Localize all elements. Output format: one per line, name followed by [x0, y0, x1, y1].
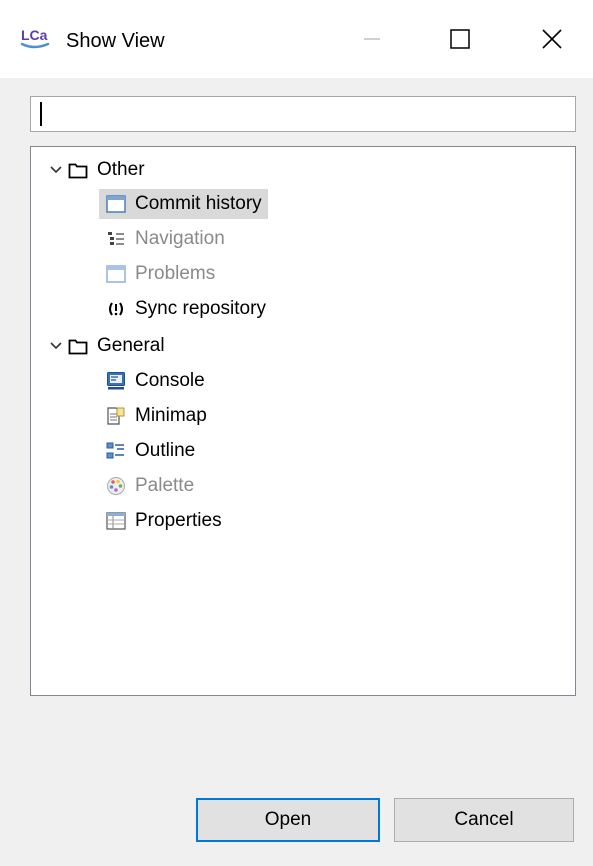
navigation-tree-icon — [105, 228, 127, 250]
tree-item-outline[interactable]: Outline — [105, 436, 195, 466]
maximize-button[interactable] — [430, 14, 490, 64]
tree-item-label: Outline — [135, 440, 196, 461]
view-tree[interactable]: Other Commit history Navigation Problems — [30, 146, 576, 696]
tree-item-label: Console — [135, 370, 205, 391]
view-window-icon — [105, 193, 127, 215]
tree-item-label: Sync repository — [135, 298, 266, 319]
tree-item-label: Properties — [135, 510, 222, 531]
tree-item-console[interactable]: Console — [105, 366, 205, 396]
filter-input[interactable] — [30, 96, 576, 132]
close-button[interactable] — [522, 14, 582, 64]
tree-item-problems[interactable]: Problems — [105, 259, 215, 289]
tree-item-palette[interactable]: Palette — [105, 471, 194, 501]
open-button[interactable]: Open — [196, 798, 380, 842]
minimap-icon — [105, 405, 127, 427]
tree-item-minimap[interactable]: Minimap — [105, 401, 207, 431]
chevron-down-icon[interactable] — [45, 331, 67, 361]
window-title: Show View — [66, 30, 165, 52]
tree-item-label: Minimap — [135, 405, 207, 426]
folder-icon — [67, 159, 89, 181]
close-icon — [542, 29, 562, 49]
view-window-icon — [105, 263, 127, 285]
properties-icon — [105, 510, 127, 532]
tree-group-general[interactable]: General — [45, 331, 165, 361]
tree-item-sync-repository[interactable]: Sync repository — [105, 294, 266, 324]
tree-item-label: Commit history — [135, 193, 262, 214]
minimize-button[interactable] — [342, 14, 402, 64]
outline-icon — [105, 440, 127, 462]
tree-group-label: Other — [97, 159, 145, 180]
svg-text:LCa: LCa — [21, 27, 48, 43]
app-logo-icon: LCa — [20, 27, 50, 49]
sync-icon — [105, 298, 127, 320]
folder-icon — [67, 335, 89, 357]
dialog-body: Other Commit history Navigation Problems — [0, 78, 593, 866]
palette-icon — [105, 475, 127, 497]
tree-item-commit-history[interactable]: Commit history — [99, 189, 268, 219]
maximize-icon — [450, 29, 470, 49]
chevron-down-icon[interactable] — [45, 155, 67, 185]
tree-item-label: Navigation — [135, 228, 225, 249]
tree-group-label: General — [97, 335, 165, 356]
tree-item-label: Palette — [135, 475, 195, 496]
minimize-icon — [364, 38, 380, 40]
tree-item-navigation[interactable]: Navigation — [105, 224, 225, 254]
tree-item-properties[interactable]: Properties — [105, 506, 222, 536]
cancel-button[interactable]: Cancel — [394, 798, 574, 842]
tree-item-label: Problems — [135, 263, 216, 284]
title-bar[interactable]: LCa Show View — [0, 0, 593, 78]
console-icon — [105, 370, 127, 392]
tree-group-other[interactable]: Other — [45, 155, 145, 185]
text-caret — [40, 102, 42, 126]
